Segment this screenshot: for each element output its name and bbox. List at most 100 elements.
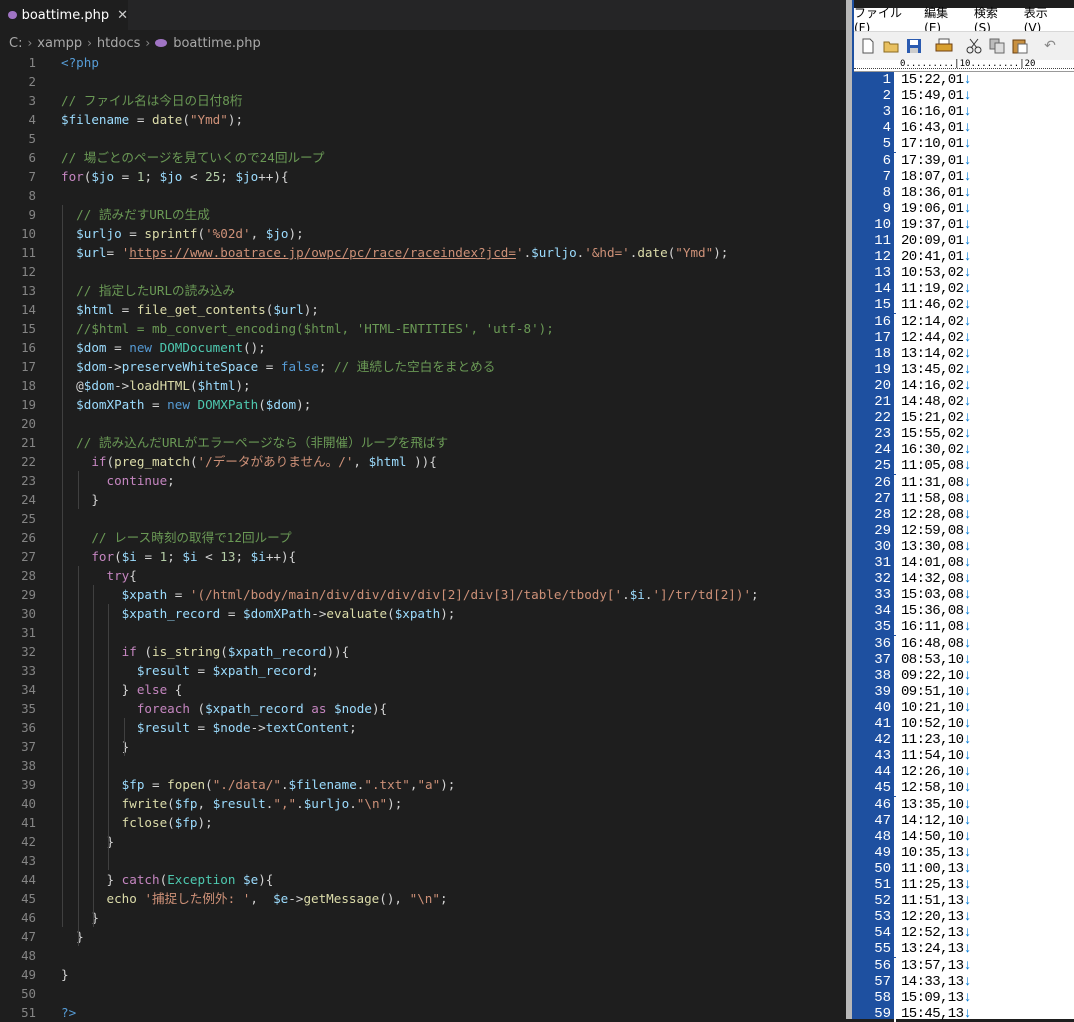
newline-arrow-icon: ↓	[963, 474, 972, 491]
paste-icon[interactable]	[1011, 37, 1029, 55]
newline-arrow-icon: ↓	[963, 796, 972, 813]
code-token: $xpath_record	[227, 644, 327, 659]
row-value: 14:32,08	[901, 571, 964, 588]
text-row: 28 12:28,08↓	[854, 506, 1074, 523]
newline-arrow-icon: ↓	[963, 458, 972, 475]
gutter-separator	[894, 538, 896, 555]
code-line: //$html = mb_convert_encoding($html, 'HT…	[61, 319, 554, 338]
text-row: 36 16:48,08↓	[854, 635, 1074, 652]
row-number: 53	[874, 909, 891, 926]
newline-arrow-icon: ↓	[963, 490, 972, 507]
chevron-right-icon: ›	[27, 36, 33, 50]
line-number: 45	[21, 891, 36, 906]
code-token: @	[61, 378, 84, 393]
breadcrumb-drive[interactable]: C:	[9, 36, 22, 51]
row-value: 12:20,13	[901, 909, 964, 926]
row-number: 46	[874, 796, 891, 813]
code-token: $dom	[265, 397, 297, 412]
line-number: 41	[21, 815, 36, 830]
code-token: =	[136, 549, 160, 564]
code-token: =	[220, 606, 243, 621]
gutter-separator	[894, 136, 896, 153]
code-line: ?>	[61, 1003, 76, 1019]
save-icon[interactable]	[905, 37, 923, 55]
text-row: 56 13:57,13↓	[854, 957, 1074, 974]
toolbar: ↶	[854, 31, 1074, 61]
code-token: );	[227, 112, 244, 127]
line-number: 5	[28, 131, 36, 146]
open-folder-icon[interactable]	[882, 37, 900, 55]
newline-arrow-icon: ↓	[963, 120, 972, 137]
text-row: 26 11:31,08↓	[854, 474, 1074, 491]
newline-arrow-icon: ↓	[963, 72, 972, 88]
gutter-separator	[894, 796, 896, 813]
row-text: 18:07,01↓	[901, 169, 972, 185]
cut-icon[interactable]	[965, 37, 983, 55]
row-text: 16:48,08↓	[901, 636, 972, 652]
breadcrumb-htdocs[interactable]: htdocs	[97, 36, 140, 51]
code-line: $urljo = sprintf('%02d', $jo);	[61, 224, 304, 243]
code-token: ","	[273, 796, 297, 811]
indent-guide	[93, 585, 94, 927]
text-row: 25 11:05,08↓	[854, 458, 1074, 475]
text-row: 11 20:09,01↓	[854, 233, 1074, 250]
code-token: date	[152, 112, 183, 127]
code-line: $fp = fopen("./data/".$filename.".txt","…	[61, 775, 456, 794]
code-token: ;	[167, 473, 175, 488]
menu-edit[interactable]: 編集(E)	[924, 4, 960, 35]
gutter-separator	[894, 377, 896, 394]
gutter-separator	[894, 329, 896, 346]
breadcrumb: C: › xampp › htdocs › boattime.php	[0, 32, 846, 54]
row-number: 14	[874, 281, 891, 298]
breadcrumb-xampp[interactable]: xampp	[37, 36, 82, 51]
code-token: (	[136, 644, 153, 659]
line-number: 19	[21, 397, 36, 412]
row-value: 19:37,01	[901, 216, 964, 233]
code-token: $xpath_record	[121, 606, 221, 621]
newline-arrow-icon: ↓	[963, 233, 972, 249]
menu-view[interactable]: 表示(V)	[1024, 4, 1060, 35]
row-value: 15:49,01	[901, 88, 964, 105]
gutter-separator	[894, 989, 896, 1006]
new-file-icon[interactable]	[859, 37, 877, 55]
text-row: 1 15:22,01↓	[854, 72, 1074, 89]
text-row: 40 10:21,10↓	[854, 699, 1074, 716]
row-number: 31	[874, 555, 891, 571]
code-token: $xpath_record	[205, 701, 304, 716]
row-text: 11:46,02↓	[901, 297, 972, 313]
copy-icon[interactable]	[988, 37, 1006, 55]
code-line: // ファイル名は今日の日付8桁	[61, 91, 242, 110]
code-token: // 読みだすURLの生成	[76, 207, 210, 222]
print-icon[interactable]	[935, 37, 953, 55]
row-value: 16:11,08	[901, 619, 964, 636]
code-line: $html = file_get_contents($url);	[61, 300, 319, 319]
row-value: 11:25,13	[901, 877, 964, 893]
code-line: fwrite($fp, $result.",".$urljo."\n");	[61, 794, 403, 813]
menu-search[interactable]: 検索(S)	[974, 4, 1010, 35]
newline-arrow-icon: ↓	[963, 860, 972, 877]
newline-arrow-icon: ↓	[963, 780, 972, 797]
code-token: $node	[212, 720, 251, 735]
code-token: loadHTML	[129, 378, 190, 393]
close-tab-icon[interactable]: ✕	[117, 8, 128, 23]
code-token: $fp	[174, 815, 198, 830]
code-line: }	[61, 490, 99, 509]
code-token: (	[167, 815, 175, 830]
row-number: 35	[874, 619, 891, 636]
tab-boattime-php[interactable]: boattime.php ✕	[0, 0, 128, 30]
newline-arrow-icon: ↓	[963, 555, 972, 571]
row-text: 12:52,13↓	[901, 925, 972, 941]
menu-file[interactable]: ファイル(F)	[854, 4, 910, 35]
row-text: 14:48,02↓	[901, 394, 972, 410]
row-number: 58	[874, 989, 891, 1006]
row-text: 16:30,02↓	[901, 442, 972, 458]
undo-icon[interactable]: ↶	[1041, 37, 1059, 55]
breadcrumb-file[interactable]: boattime.php	[173, 36, 261, 51]
row-value: 10:21,10	[901, 699, 964, 716]
newline-arrow-icon: ↓	[963, 200, 972, 217]
